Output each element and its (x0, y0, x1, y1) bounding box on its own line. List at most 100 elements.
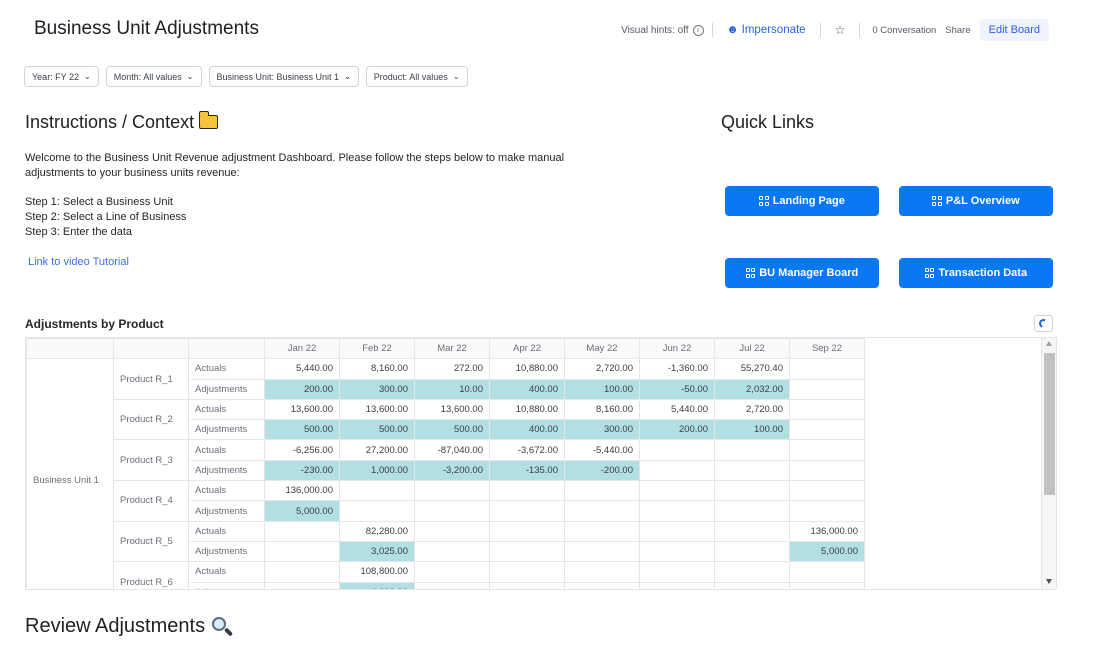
scroll-down-arrow[interactable] (1046, 579, 1052, 584)
transaction-data-button[interactable]: Transaction Data (899, 258, 1053, 288)
adjustment-cell[interactable] (639, 459, 715, 482)
adjustment-cell[interactable] (414, 581, 490, 589)
chevron-down-icon: ⌄ (186, 72, 194, 81)
actuals-cell (489, 561, 565, 583)
adjustment-cell[interactable]: 300.00 (564, 419, 640, 441)
actuals-cell: 108,800.00 (339, 561, 415, 583)
actuals-cell (789, 358, 865, 380)
adjustment-cell[interactable] (714, 581, 790, 589)
measure-cell: Adjustments (188, 459, 265, 482)
adjustment-cell[interactable] (489, 540, 565, 563)
chevron-down-icon: ⌄ (452, 72, 460, 81)
adjustment-cell[interactable] (339, 500, 415, 522)
adjustment-cell[interactable] (639, 540, 715, 563)
actuals-cell (714, 520, 790, 542)
adjustment-cell[interactable]: 200.00 (264, 378, 340, 400)
filter-year[interactable]: Year: FY 22 ⌄ (24, 66, 99, 87)
adjustment-cell[interactable]: 4,000.00 (339, 581, 415, 589)
refresh-button[interactable] (1034, 315, 1053, 332)
adjustment-cell[interactable]: -50.00 (639, 378, 715, 400)
adjustment-cell[interactable] (564, 540, 640, 563)
top-toolbar: Visual hints: off i ☻ Impersonate ☆ 0 Co… (621, 19, 1049, 41)
adjustment-cell[interactable]: 200.00 (639, 419, 715, 441)
step-3: Step 3: Enter the data (25, 226, 133, 238)
actuals-cell: 82,280.00 (339, 520, 415, 542)
share-button[interactable]: Share (945, 25, 970, 36)
actuals-cell: -6,256.00 (264, 439, 340, 461)
adjustment-cell[interactable]: 2,032.00 (714, 378, 790, 400)
conversation-button[interactable]: 0 Conversation (872, 25, 936, 36)
filter-label: Product: All values (373, 71, 448, 82)
adjustment-cell[interactable] (264, 581, 340, 589)
adjustment-cell[interactable]: 400.00 (489, 378, 565, 400)
adjustment-cell[interactable]: 100.00 (564, 378, 640, 400)
adjustment-cell[interactable]: 10.00 (414, 378, 490, 400)
adjustment-cell[interactable] (264, 540, 340, 563)
filter-business-unit[interactable]: Business Unit: Business Unit 1 ⌄ (208, 66, 359, 87)
adjustment-cell[interactable] (714, 459, 790, 482)
adjustment-cell[interactable] (789, 419, 865, 441)
info-icon: i (692, 24, 704, 36)
landing-page-button[interactable]: Landing Page (725, 186, 879, 216)
adjustment-cell[interactable]: -3,200.00 (414, 459, 490, 482)
adjustment-cell[interactable] (414, 500, 490, 522)
actuals-cell (414, 480, 490, 502)
actuals-cell: -3,672.00 (489, 439, 565, 461)
adjustment-cell[interactable]: 300.00 (339, 378, 415, 400)
filter-month[interactable]: Month: All values ⌄ (105, 66, 202, 87)
adjustment-cell[interactable] (564, 581, 640, 589)
adjustment-cell[interactable]: 500.00 (264, 419, 340, 441)
adjustment-cell[interactable] (564, 500, 640, 522)
adjustment-cell[interactable] (714, 540, 790, 563)
measure-cell: Adjustments (188, 500, 265, 522)
adjustment-cell[interactable]: 500.00 (414, 419, 490, 441)
adjustment-cell[interactable]: 5,000.00 (789, 540, 865, 563)
adjustment-cell[interactable]: -230.00 (264, 459, 340, 482)
pl-overview-button[interactable]: P&L Overview (899, 186, 1053, 216)
adjustment-cell[interactable] (714, 500, 790, 522)
adjustment-cell[interactable] (789, 378, 865, 400)
video-tutorial-link[interactable]: Link to video Tutorial (28, 256, 129, 268)
scroll-thumb[interactable] (1044, 353, 1055, 495)
adjustment-cell[interactable]: 400.00 (489, 419, 565, 441)
actuals-cell (789, 561, 865, 583)
adjustment-cell[interactable]: 3,025.00 (339, 540, 415, 563)
actuals-cell (489, 520, 565, 542)
actuals-cell: 13,600.00 (339, 398, 415, 421)
adjustment-cell[interactable] (639, 500, 715, 522)
adjustment-cell[interactable] (414, 540, 490, 563)
adjustment-cell[interactable] (489, 581, 565, 589)
adjustment-cell[interactable] (639, 581, 715, 589)
impersonate-button[interactable]: ☻ Impersonate (727, 24, 806, 36)
scroll-up-arrow[interactable] (1046, 341, 1052, 346)
table-title: Adjustments by Product (25, 317, 164, 331)
visual-hints-toggle[interactable]: Visual hints: off i (621, 24, 704, 36)
chevron-down-icon: ⌄ (84, 72, 91, 81)
button-label: Landing Page (772, 195, 845, 207)
adjustment-cell[interactable]: 5,000.00 (264, 500, 340, 522)
vertical-scrollbar[interactable] (1041, 338, 1056, 589)
actuals-cell (264, 520, 340, 542)
filter-product[interactable]: Product: All values ⌄ (365, 66, 468, 87)
adjustment-cell[interactable]: 1,000.00 (339, 459, 415, 482)
star-icon[interactable]: ☆ (835, 23, 846, 37)
actuals-cell (789, 480, 865, 502)
actuals-cell (714, 439, 790, 461)
product-cell: Product R_1 (113, 358, 189, 400)
adjustment-cell[interactable] (789, 500, 865, 522)
adjustment-cell[interactable]: -135.00 (489, 459, 565, 482)
table-row: Product R_5 Actuals 82,280.00 136,000.00 (27, 520, 865, 563)
adjustment-cell[interactable] (489, 500, 565, 522)
adjustment-cell[interactable]: 100.00 (714, 419, 790, 441)
actuals-cell (639, 480, 715, 502)
business-unit-cell: Business Unit 1 (26, 358, 114, 589)
adjustment-cell[interactable]: -200.00 (564, 459, 640, 482)
adjustment-cell[interactable]: 500.00 (339, 419, 415, 441)
bu-manager-board-button[interactable]: BU Manager Board (725, 258, 879, 288)
button-label: P&L Overview (945, 195, 1020, 207)
adjustment-cell[interactable] (789, 581, 865, 589)
edit-board-button[interactable]: Edit Board (979, 19, 1049, 41)
measure-cell: Actuals (188, 480, 265, 502)
column-header: May 22 (564, 338, 640, 360)
adjustment-cell[interactable] (789, 459, 865, 482)
